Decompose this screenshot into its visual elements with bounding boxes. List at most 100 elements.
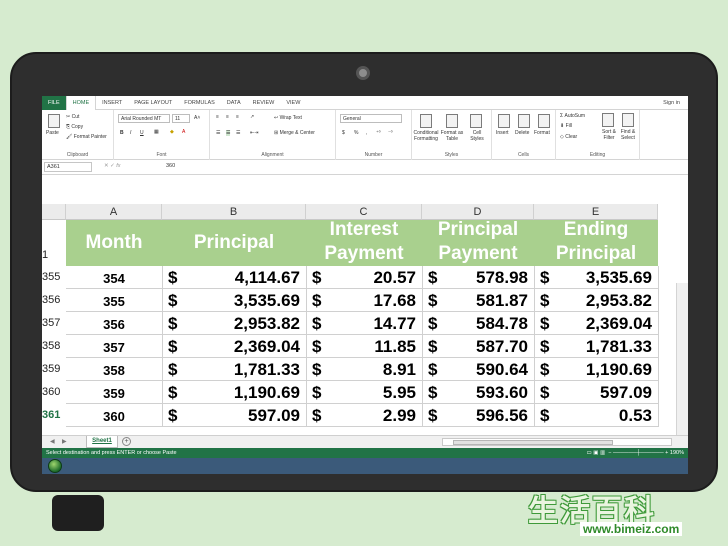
wrap-text-button[interactable]: ↩ Wrap Text [274,115,302,121]
tab-file[interactable]: FILE [42,96,66,110]
align-bottom-icon[interactable]: ≡ [236,114,239,120]
tab-page-layout[interactable]: PAGE LAYOUT [128,96,178,110]
paste-button[interactable]: Paste [46,130,59,136]
cell-c[interactable]: 14.77 [306,314,416,334]
comma-button[interactable]: , [366,130,367,136]
italic-button[interactable]: I [130,130,131,136]
sheet-nav-left-icon[interactable]: ◀ [50,438,55,445]
borders-icon[interactable]: ▦ [154,129,159,135]
name-box[interactable]: A361 [44,162,92,172]
conditional-formatting-button[interactable]: Conditional Formatting [412,130,440,142]
align-right-icon[interactable]: ☰ [236,130,240,136]
windows-start-icon[interactable] [48,459,62,473]
font-name-select[interactable]: Arial Rounded MT [118,114,170,123]
column-header-a[interactable]: A [66,204,162,220]
align-center-icon[interactable]: ☰ [226,130,231,136]
number-format-select[interactable]: General [340,114,402,123]
cut-button[interactable]: ✂ Cut [66,114,79,120]
horizontal-scrollbar[interactable] [442,438,672,446]
merge-center-button[interactable]: ⊞ Merge & Center [274,130,315,136]
orientation-icon[interactable]: ↗ [250,114,254,120]
cell-e[interactable]: 2,953.82 [534,291,652,311]
cell-e[interactable]: 1,781.33 [534,337,652,357]
cell-month[interactable]: 360 [66,409,162,424]
row-number[interactable]: 361 [42,409,66,421]
cell-month[interactable]: 356 [66,317,162,332]
cell-e[interactable]: 1,190.69 [534,360,652,380]
align-top-icon[interactable]: ≡ [216,114,219,120]
cell-month[interactable]: 358 [66,363,162,378]
cell-c[interactable]: 5.95 [306,383,416,403]
percent-button[interactable]: % [354,130,358,136]
fx-icon[interactable]: fx [116,163,120,169]
cell-e[interactable]: 2,369.04 [534,314,652,334]
cell-b[interactable]: 1,190.69 [162,383,300,403]
copy-button[interactable]: ⎘ Copy [66,124,83,130]
cell-e[interactable]: 0.53 [534,406,652,426]
font-color-icon[interactable]: A [182,129,185,135]
cell-b[interactable]: 597.09 [162,406,300,426]
vertical-scrollbar[interactable] [676,283,688,435]
cell-d[interactable]: 581.87 [422,291,528,311]
row-number[interactable]: 355 [42,271,66,283]
cell-c[interactable]: 17.68 [306,291,416,311]
cell-d[interactable]: 590.64 [422,360,528,380]
cell-e[interactable]: 3,535.69 [534,268,652,288]
bold-button[interactable]: B [120,130,124,136]
cell-b[interactable]: 3,535.69 [162,291,300,311]
tab-view[interactable]: VIEW [280,96,306,110]
sheet-tab-sheet1[interactable]: Sheet1 [86,436,118,448]
tab-review[interactable]: REVIEW [247,96,281,110]
fill-button[interactable]: ⬇ Fill [560,123,572,129]
row-number[interactable]: 360 [42,386,66,398]
format-as-table-button[interactable]: Format as Table [440,130,464,142]
underline-button[interactable]: U [140,130,144,136]
cell-b[interactable]: 2,369.04 [162,337,300,357]
clear-button[interactable]: ◇ Clear [560,134,577,140]
cell-e[interactable]: 597.09 [534,383,652,403]
cell-d[interactable]: 596.56 [422,406,528,426]
cell-month[interactable]: 359 [66,386,162,401]
indent-icon[interactable]: ⇤⇥ [250,130,258,136]
cancel-icon[interactable]: ✕ [104,163,109,169]
tab-insert[interactable]: INSERT [96,96,128,110]
delete-cells-button[interactable]: Delete [515,130,529,136]
worksheet-grid[interactable]: A B C D E 1 Month Principal Interest Pay… [42,175,688,435]
cell-month[interactable]: 357 [66,340,162,355]
cell-month[interactable]: 354 [66,271,162,286]
cell-d[interactable]: 578.98 [422,268,528,288]
row-number[interactable]: 358 [42,340,66,352]
cell-b[interactable]: 1,781.33 [162,360,300,380]
select-all-corner[interactable] [42,204,66,220]
row-number[interactable]: 357 [42,317,66,329]
row-number[interactable]: 359 [42,363,66,375]
row-number-1[interactable]: 1 [42,249,66,261]
cell-c[interactable]: 2.99 [306,406,416,426]
cell-month[interactable]: 355 [66,294,162,309]
sheet-nav-right-icon[interactable]: ▶ [62,438,67,445]
add-sheet-icon[interactable]: + [122,437,131,446]
cell-d[interactable]: 593.60 [422,383,528,403]
cell-d[interactable]: 584.78 [422,314,528,334]
align-middle-icon[interactable]: ≡ [226,114,229,120]
sort-filter-button[interactable]: Sort & Filter [600,129,618,141]
align-left-icon[interactable]: ☰ [216,130,220,136]
cell-b[interactable]: 4,114.67 [162,268,300,288]
decrease-decimal-icon[interactable]: ⁻⁰ [388,130,393,136]
font-grow-icon[interactable]: A˄ [194,115,200,121]
enter-icon[interactable]: ✓ [110,163,115,169]
format-painter-button[interactable]: 🖌 Format Painter [66,134,107,140]
font-size-select[interactable]: 11 [172,114,190,123]
column-header-b[interactable]: B [162,204,306,220]
cell-c[interactable]: 20.57 [306,268,416,288]
insert-cells-button[interactable]: Insert [496,130,509,136]
tab-formulas[interactable]: FORMULAS [178,96,221,110]
row-number[interactable]: 356 [42,294,66,306]
increase-decimal-icon[interactable]: ⁺⁰ [376,130,381,136]
cell-d[interactable]: 587.70 [422,337,528,357]
formula-input[interactable]: 360 [166,162,175,171]
sign-in-link[interactable]: Sign in [663,100,688,106]
fill-color-icon[interactable]: ◆ [170,129,174,135]
format-cells-button[interactable]: Format [534,130,550,136]
cell-styles-button[interactable]: Cell Styles [466,130,488,142]
